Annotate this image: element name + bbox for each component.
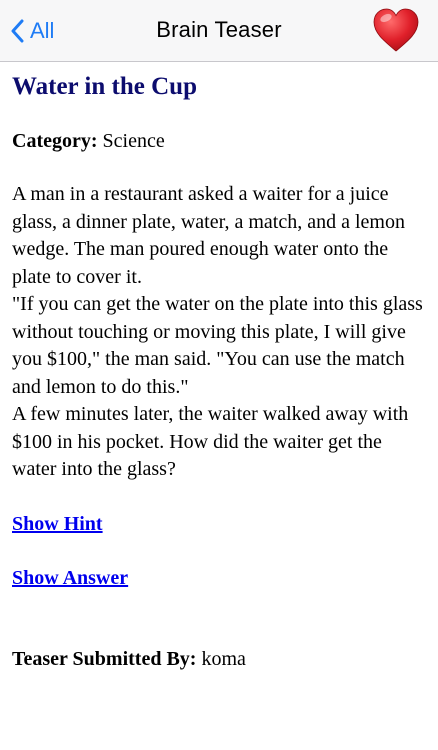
teaser-content: Water in the Cup Category: Science A man… [12,62,426,673]
teaser-paragraph: "If you can get the water on the plate i… [12,293,423,398]
show-answer-link[interactable]: Show Answer [12,565,128,592]
submitted-by-line: Teaser Submitted By: koma [12,646,426,673]
show-hint-link[interactable]: Show Hint [12,511,103,538]
submitted-by-value: koma [201,647,246,670]
favorite-button[interactable] [372,8,420,54]
navigation-bar: All Brain Teaser [0,0,438,62]
submitted-by-label: Teaser Submitted By: [12,647,197,670]
heart-icon [373,8,419,52]
category-line: Category: Science [12,128,426,155]
teaser-body: A man in a restaurant asked a waiter for… [12,181,426,484]
teaser-paragraph: A man in a restaurant asked a waiter for… [12,183,405,288]
teaser-title: Water in the Cup [12,73,197,100]
category-label: Category: [12,130,98,152]
teaser-paragraph: A few minutes later, the waiter walked a… [12,403,409,480]
category-value: Science [102,130,165,152]
